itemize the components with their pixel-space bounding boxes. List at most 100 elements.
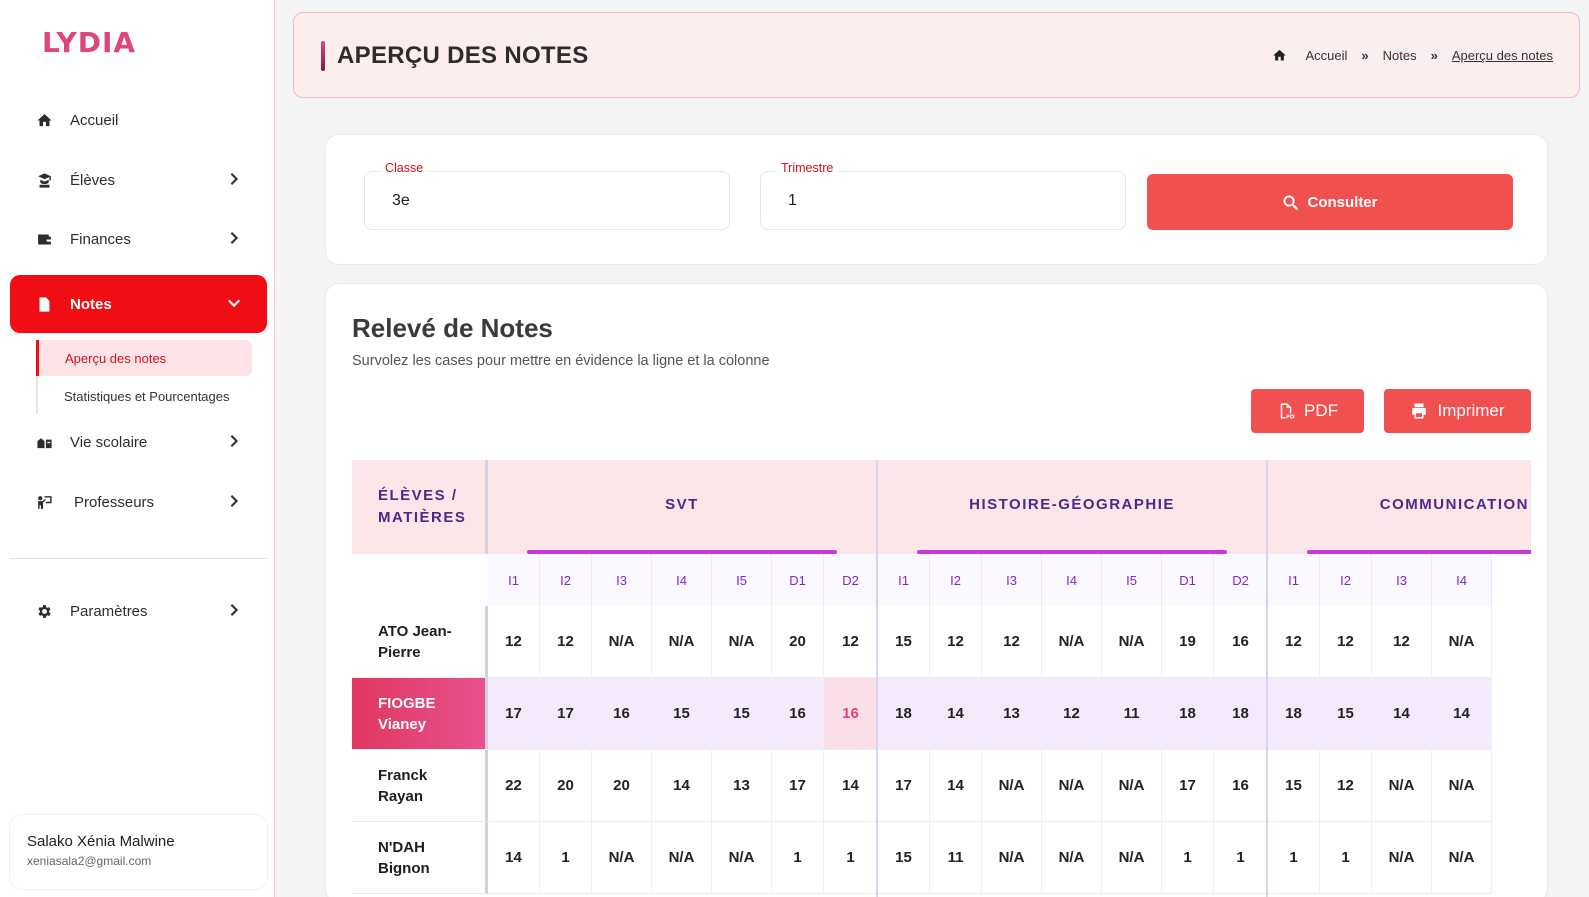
submenu-item-statistiques[interactable]: Statistiques et Pourcentages (38, 378, 254, 414)
grade-cell[interactable]: 12 (488, 606, 540, 678)
grade-cell[interactable]: N/A (1042, 750, 1102, 822)
grade-cell[interactable]: 15 (712, 678, 772, 750)
sidebar-item-eleves[interactable]: Élèves (10, 152, 267, 208)
grade-cell[interactable]: N/A (1432, 750, 1492, 822)
grade-cell[interactable]: N/A (1372, 822, 1432, 894)
grade-cell[interactable]: N/A (652, 606, 712, 678)
breadcrumb-notes[interactable]: Notes (1383, 48, 1417, 63)
grade-cell[interactable]: 14 (1372, 678, 1432, 750)
submenu-item-apercu[interactable]: Aperçu des notes (36, 340, 252, 376)
grade-cell[interactable]: 18 (1268, 678, 1320, 750)
grade-cell[interactable]: 15 (1268, 750, 1320, 822)
grade-cell[interactable]: 20 (540, 750, 592, 822)
breadcrumb-accueil[interactable]: Accueil (1305, 48, 1347, 63)
grade-cell[interactable]: 1 (540, 822, 592, 894)
grade-cell[interactable]: N/A (1102, 606, 1162, 678)
student-name-cell[interactable]: ATO Jean- Pierre (352, 606, 488, 678)
grade-cell[interactable]: N/A (712, 822, 772, 894)
grade-cell[interactable]: N/A (592, 606, 652, 678)
home-icon[interactable] (1272, 48, 1287, 63)
pdf-button[interactable]: PDF PDF (1251, 389, 1364, 433)
sidebar-item-notes[interactable]: Notes (10, 275, 267, 333)
grade-cell[interactable]: N/A (982, 822, 1042, 894)
subject-header-histoire-geo[interactable]: HISTOIRE-GÉOGRAPHIE (878, 460, 1268, 554)
grade-cell[interactable]: N/A (1042, 822, 1102, 894)
grade-cell[interactable]: 19 (1162, 606, 1214, 678)
grade-cell[interactable]: 16 (1214, 606, 1268, 678)
grade-cell[interactable]: 18 (1162, 678, 1214, 750)
grade-cell[interactable]: N/A (982, 750, 1042, 822)
grade-cell[interactable]: 11 (1102, 678, 1162, 750)
breadcrumb-current[interactable]: Aperçu des notes (1452, 48, 1553, 63)
student-name-cell[interactable]: FIOGBE Vianey (352, 678, 488, 750)
student-name-cell[interactable]: Franck Rayan (352, 750, 488, 822)
grade-cell[interactable]: 14 (930, 750, 982, 822)
grade-cell[interactable]: 1 (824, 822, 878, 894)
grade-cell[interactable]: 17 (878, 750, 930, 822)
grade-cell[interactable]: N/A (652, 822, 712, 894)
print-button[interactable]: Imprimer (1384, 389, 1531, 433)
grade-cell[interactable]: 12 (1372, 606, 1432, 678)
grade-cell[interactable]: 14 (488, 822, 540, 894)
grade-cell[interactable]: 17 (540, 678, 592, 750)
student-name-cell[interactable]: N'DAH Bignon (352, 822, 488, 894)
grade-cell[interactable]: 18 (878, 678, 930, 750)
grade-cell[interactable]: 17 (488, 678, 540, 750)
grade-cell[interactable]: 16 (592, 678, 652, 750)
grade-cell[interactable]: 1 (772, 822, 824, 894)
grade-cell[interactable]: 1 (1268, 822, 1320, 894)
subject-header-svt[interactable]: SVT (488, 460, 878, 554)
grade-cell[interactable]: 12 (930, 606, 982, 678)
grade-cell[interactable]: 15 (878, 822, 930, 894)
grade-cell[interactable]: 16 (1214, 750, 1268, 822)
grade-cell[interactable]: 20 (592, 750, 652, 822)
grade-cell[interactable]: 12 (1320, 606, 1372, 678)
grade-cell[interactable]: 20 (772, 606, 824, 678)
grade-cell[interactable]: 13 (712, 750, 772, 822)
grade-cell[interactable]: 16 (824, 678, 878, 750)
grade-cell[interactable]: N/A (1432, 606, 1492, 678)
grade-cell[interactable]: 18 (1214, 678, 1268, 750)
grade-cell[interactable]: 17 (1162, 750, 1214, 822)
grade-cell[interactable]: N/A (712, 606, 772, 678)
grade-cell[interactable]: 12 (824, 606, 878, 678)
grade-cell[interactable]: N/A (592, 822, 652, 894)
grade-cell[interactable]: 12 (1042, 678, 1102, 750)
sidebar-item-finances[interactable]: Finances (10, 211, 267, 267)
grade-cell[interactable]: N/A (1432, 822, 1492, 894)
grade-cell[interactable]: 22 (488, 750, 540, 822)
grade-cell[interactable]: 13 (982, 678, 1042, 750)
grade-cell[interactable]: 15 (1320, 678, 1372, 750)
grade-cell[interactable]: N/A (1042, 606, 1102, 678)
grade-cell[interactable]: 14 (1432, 678, 1492, 750)
grade-cell[interactable]: 15 (878, 606, 930, 678)
grade-cell[interactable]: 11 (930, 822, 982, 894)
grade-cell[interactable]: 14 (652, 750, 712, 822)
subject-header-communication[interactable]: COMMUNICATION E (1268, 460, 1531, 554)
consult-button[interactable]: Consulter (1147, 174, 1513, 230)
grade-cell[interactable]: 12 (982, 606, 1042, 678)
grade-cell[interactable]: N/A (1102, 822, 1162, 894)
grade-cell[interactable]: 14 (824, 750, 878, 822)
grade-cell[interactable]: 1 (1320, 822, 1372, 894)
user-card[interactable]: Salako Xénia Malwine xeniasala2@gmail.co… (10, 815, 267, 889)
trimestre-field[interactable]: Trimestre 1 (760, 161, 1126, 230)
student-name-line2: Vianey (378, 715, 427, 733)
sidebar-item-parametres[interactable]: Paramètres (10, 583, 267, 639)
grade-cell[interactable]: 12 (1320, 750, 1372, 822)
brand-logo[interactable]: LYDIA (42, 26, 136, 59)
grade-cell[interactable]: 1 (1162, 822, 1214, 894)
grade-cell[interactable]: 12 (540, 606, 592, 678)
grade-cell[interactable]: 17 (772, 750, 824, 822)
classe-field[interactable]: Classe 3e (364, 161, 730, 230)
sidebar-item-accueil[interactable]: Accueil (10, 92, 267, 148)
grade-cell[interactable]: 1 (1214, 822, 1268, 894)
grade-cell[interactable]: 12 (1268, 606, 1320, 678)
grade-cell[interactable]: N/A (1372, 750, 1432, 822)
sidebar-item-vie-scolaire[interactable]: Vie scolaire (10, 414, 267, 470)
grade-cell[interactable]: 15 (652, 678, 712, 750)
grade-cell[interactable]: 14 (930, 678, 982, 750)
grade-cell[interactable]: N/A (1102, 750, 1162, 822)
grade-cell[interactable]: 16 (772, 678, 824, 750)
sidebar-item-professeurs[interactable]: Professeurs (10, 474, 267, 530)
